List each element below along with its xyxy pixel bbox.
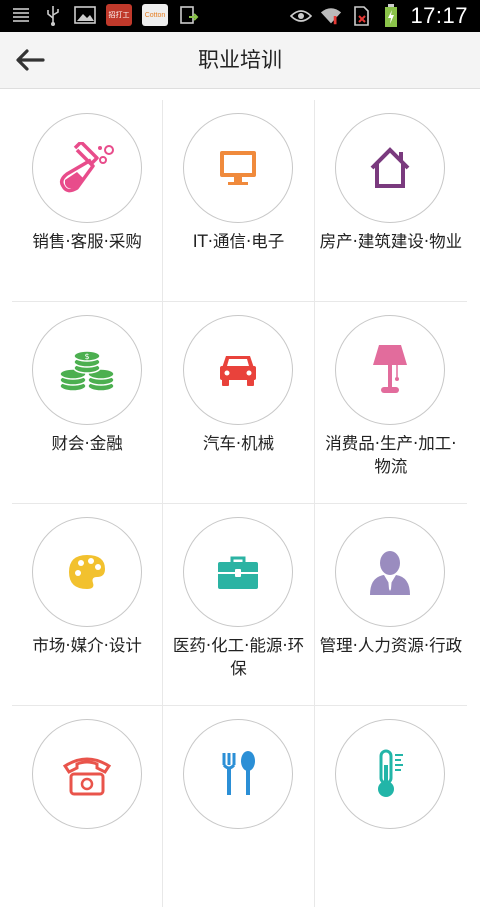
clock: 17:17 xyxy=(410,3,468,28)
category-item[interactable]: 汽车·机械 xyxy=(163,302,315,503)
battery-charging-icon xyxy=(380,4,402,27)
category-label: 消费品·生产·加工·物流 xyxy=(325,434,457,476)
category-item[interactable]: 销售·客服·采购 xyxy=(12,100,164,301)
category-label: 市场·媒介·设计 xyxy=(32,636,142,655)
category-label: 管理·人力资源·行政 xyxy=(319,636,463,655)
lamp-icon xyxy=(372,345,407,393)
category-icon-circle xyxy=(32,113,142,223)
category-icon-circle xyxy=(32,719,142,829)
fork-spoon-icon xyxy=(222,751,256,795)
menu-lines-icon xyxy=(10,4,32,26)
app-notification-icon: 招打工 xyxy=(106,4,132,26)
category-label: 房产·建筑建设·物业 xyxy=(319,232,463,251)
eye-icon xyxy=(290,5,313,27)
category-icon-circle xyxy=(334,315,445,425)
no-sim-icon xyxy=(350,5,372,27)
category-icon-circle: $ xyxy=(32,315,142,425)
telephone-icon xyxy=(62,757,112,796)
monitor-icon xyxy=(220,151,257,185)
category-grid: 销售·客服·采购 IT·通信·电子 房产·建筑建设·物业 $ 财会·金融 汽车·… xyxy=(12,100,467,907)
house-icon xyxy=(370,147,410,188)
coins-icon: $ xyxy=(59,350,115,392)
category-icon-circle xyxy=(183,315,294,425)
usb-icon xyxy=(42,4,64,26)
flask-icon xyxy=(59,142,114,193)
briefcase-icon xyxy=(218,556,259,589)
page-title: 职业培训 xyxy=(198,48,282,72)
notification-icons: 招打工 Cotton xyxy=(10,4,200,26)
category-item[interactable]: 医药·化工·能源·环保 xyxy=(163,504,315,705)
category-icon-circle xyxy=(183,517,294,627)
app-notification-icon-2: Cotton xyxy=(142,4,168,26)
category-item[interactable]: 消费品·生产·加工·物流 xyxy=(315,302,467,503)
category-item[interactable]: $ 财会·金融 xyxy=(12,302,164,503)
category-item[interactable]: 市场·媒介·设计 xyxy=(12,504,164,705)
category-icon-circle xyxy=(334,517,445,627)
category-label: IT·通信·电子 xyxy=(192,232,285,251)
category-row: $ 财会·金融 汽车·机械 消费品·生产·加工·物流 xyxy=(12,302,467,504)
person-icon xyxy=(369,551,410,595)
car-icon xyxy=(220,356,257,386)
category-item[interactable] xyxy=(315,706,467,907)
category-label: 汽车·机械 xyxy=(202,434,275,453)
category-item[interactable] xyxy=(163,706,315,907)
palette-icon xyxy=(69,555,105,589)
category-icon-circle xyxy=(32,517,142,627)
wifi-icon xyxy=(320,5,342,27)
category-row: 市场·媒介·设计 医药·化工·能源·环保 管理·人力资源·行政 xyxy=(12,504,467,706)
category-item[interactable]: 房产·建筑建设·物业 xyxy=(315,100,467,301)
category-item[interactable]: IT·通信·电子 xyxy=(163,100,315,301)
category-item[interactable]: 管理·人力资源·行政 xyxy=(315,504,467,705)
category-icon-circle xyxy=(334,719,445,829)
category-item[interactable] xyxy=(12,706,164,907)
category-label: 医药·化工·能源·环保 xyxy=(172,636,305,678)
svg-text:$: $ xyxy=(84,352,89,361)
category-icon-circle xyxy=(334,113,445,223)
status-bar: 招打工 Cotton 17:17 xyxy=(0,0,480,32)
download-complete-icon xyxy=(178,4,200,26)
category-label: 销售·客服·采购 xyxy=(32,232,142,251)
thermometer-icon xyxy=(377,749,403,797)
app-header: 职业培训 xyxy=(0,32,480,89)
category-row xyxy=(12,706,467,907)
category-icon-circle xyxy=(183,113,294,223)
category-row: 销售·客服·采购 IT·通信·电子 房产·建筑建设·物业 xyxy=(12,100,467,302)
category-icon-circle xyxy=(183,719,294,829)
gallery-icon xyxy=(74,4,96,26)
system-icons: 17:17 xyxy=(290,2,468,30)
category-label: 财会·金融 xyxy=(51,434,123,453)
